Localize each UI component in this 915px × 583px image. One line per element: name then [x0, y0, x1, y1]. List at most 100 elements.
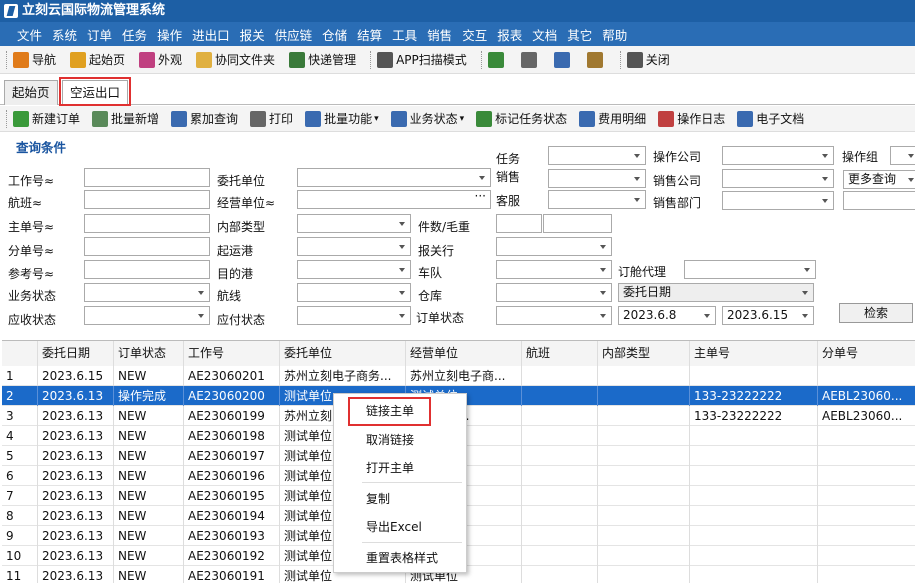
- column-header: 主单号: [690, 341, 818, 366]
- weight-input[interactable]: [543, 214, 612, 233]
- grid-cell: [598, 366, 690, 386]
- context-menu-item[interactable]: 复制: [366, 490, 390, 507]
- order-toolbar-button[interactable]: 批量功能 ▾: [305, 110, 379, 127]
- toolbar-button[interactable]: 关闭: [626, 51, 670, 68]
- title-bar: 立刻云国际物流管理系统: [0, 0, 915, 22]
- dep-port-select[interactable]: [297, 237, 411, 256]
- menu-item[interactable]: 交互: [462, 25, 487, 44]
- mawb-input[interactable]: [84, 214, 210, 233]
- extra-query-input[interactable]: [843, 191, 915, 210]
- biz-status-select[interactable]: [84, 283, 210, 302]
- cs-select[interactable]: [548, 190, 646, 209]
- menu-item[interactable]: 工具: [392, 25, 417, 44]
- ref-input[interactable]: [84, 260, 210, 279]
- menu-item[interactable]: 仓储: [322, 25, 347, 44]
- menu-item[interactable]: 系统: [52, 25, 77, 44]
- search-button[interactable]: 检索: [839, 303, 913, 323]
- warehouse-select[interactable]: [496, 283, 612, 302]
- hawb-input[interactable]: [84, 237, 210, 256]
- table-row[interactable]: 1 2023.6.15 NEW AE23060201 苏州立刻电子商务... 苏州立刻电子…: [2, 366, 915, 386]
- sales-company-select[interactable]: [722, 169, 834, 188]
- context-menu-item[interactable]: 导出Excel: [366, 518, 422, 535]
- task-select[interactable]: [548, 146, 646, 165]
- context-menu-item[interactable]: 取消链接: [366, 431, 414, 448]
- menu-item[interactable]: 文档: [532, 25, 557, 44]
- sales-select[interactable]: [548, 169, 646, 188]
- order-toolbar-button[interactable]: 批量新增: [92, 110, 159, 127]
- inner-type-select[interactable]: [297, 214, 411, 233]
- order-toolbar-button[interactable]: 费用明细: [579, 110, 646, 127]
- menu-item[interactable]: 其它: [567, 25, 592, 44]
- date-from-select[interactable]: 2023.6.8: [618, 306, 716, 325]
- order-toolbar-button[interactable]: 电子文档: [737, 110, 804, 127]
- tab-start-page-label: 起始页: [12, 85, 50, 100]
- agent-input[interactable]: ···: [297, 188, 491, 209]
- menu-item[interactable]: 结算: [357, 25, 382, 44]
- order-status-select[interactable]: [496, 306, 612, 325]
- more-query-select[interactable]: 更多查询: [843, 170, 915, 189]
- date-type-select[interactable]: 委托日期: [618, 283, 814, 302]
- order-toolbar-button[interactable]: 新建订单: [13, 110, 80, 127]
- column-header: 内部类型: [598, 341, 690, 366]
- more-dots-icon[interactable]: ···: [475, 188, 486, 205]
- date-to-select[interactable]: 2023.6.15: [722, 306, 814, 325]
- order-toolbar-button[interactable]: 打印: [250, 110, 293, 127]
- grid-cell: AE23060194: [184, 506, 280, 526]
- job-no-input[interactable]: [84, 168, 210, 187]
- op-company-select[interactable]: [722, 146, 834, 165]
- grid-cell: [818, 526, 915, 546]
- grid-cell: AE23060197: [184, 446, 280, 466]
- document-icon: [737, 110, 754, 127]
- grid-cell: [598, 506, 690, 526]
- toolbar-button[interactable]: 导航: [13, 51, 56, 68]
- sales-dept-select[interactable]: [722, 191, 834, 210]
- order-toolbar-button[interactable]: 业务状态 ▾: [390, 110, 464, 127]
- menu-item[interactable]: 报表: [497, 25, 522, 44]
- undo-icon: [487, 51, 504, 68]
- context-menu-item[interactable]: 重置表格样式: [366, 549, 438, 566]
- menu-item[interactable]: 文件: [17, 25, 42, 44]
- client-select[interactable]: [297, 168, 491, 187]
- grid-cell: AE23060201: [184, 366, 280, 386]
- menu-item[interactable]: 销售: [427, 25, 452, 44]
- grid-cell: 2023.6.13: [38, 466, 114, 486]
- toolbar-button[interactable]: APP扫描模式: [377, 51, 467, 68]
- biz-status-label: 业务状态: [8, 289, 57, 303]
- menu-item[interactable]: 报关: [240, 25, 265, 44]
- ap-status-select[interactable]: [297, 306, 411, 325]
- toolbar-icon-button[interactable]: [553, 51, 573, 68]
- sales-company-label: 销售公司: [653, 174, 702, 188]
- menu-item[interactable]: 任务: [122, 25, 147, 44]
- toolbar-icon-button[interactable]: [520, 51, 540, 68]
- flight-input[interactable]: [84, 190, 210, 209]
- order-toolbar-button[interactable]: 累加查询: [171, 110, 238, 127]
- ar-status-select[interactable]: [84, 306, 210, 325]
- toolbar-icon-button[interactable]: [586, 51, 606, 68]
- context-menu-item[interactable]: 打开主单: [366, 459, 414, 476]
- toolbar-button[interactable]: 起始页: [70, 51, 125, 68]
- menu-item[interactable]: 进出口: [192, 25, 230, 44]
- fleet-select[interactable]: [496, 260, 612, 279]
- booking-agent-select[interactable]: [684, 260, 816, 279]
- ap-status-label: 应付状态: [217, 313, 266, 327]
- app-title: 立刻云国际物流管理系统: [22, 3, 166, 18]
- dest-port-select[interactable]: [297, 260, 411, 279]
- order-toolbar-button[interactable]: 操作日志: [658, 110, 725, 127]
- toolbar-button[interactable]: 协同文件夹: [196, 51, 275, 68]
- menu-item[interactable]: 订单: [87, 25, 112, 44]
- order-toolbar-button[interactable]: 标记任务状态: [476, 110, 567, 127]
- toolbar-icon-button[interactable]: [487, 51, 507, 68]
- printer-icon: [250, 110, 267, 127]
- tab-start-page[interactable]: 起始页: [4, 80, 58, 105]
- route-select[interactable]: [297, 283, 411, 302]
- op-group-select[interactable]: [890, 146, 915, 165]
- customs-select[interactable]: [496, 237, 612, 256]
- dropdown-arrow-icon: ▾: [374, 113, 379, 124]
- pieces-input[interactable]: [496, 214, 542, 233]
- menu-item[interactable]: 帮助: [602, 25, 627, 44]
- toolbar-button[interactable]: 外观: [139, 51, 182, 68]
- toolbar-button[interactable]: 快递管理: [289, 51, 356, 68]
- grid-cell: 苏州立刻电子商...: [406, 366, 522, 386]
- menu-item[interactable]: 操作: [157, 25, 182, 44]
- menu-item[interactable]: 供应链: [275, 25, 313, 44]
